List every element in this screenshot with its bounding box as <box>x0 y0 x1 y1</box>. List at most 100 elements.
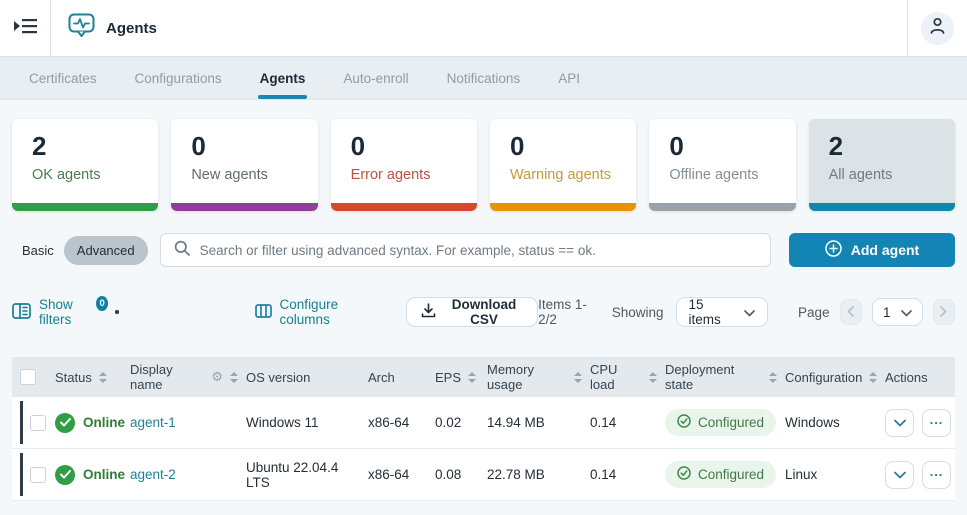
chevron-left-icon <box>847 305 855 320</box>
agent-name-link[interactable]: agent-2 <box>130 467 176 482</box>
chevron-down-icon <box>893 415 906 430</box>
card-accent-bar <box>171 203 318 211</box>
user-area <box>907 0 967 56</box>
column-header-configuration[interactable]: Configuration <box>777 370 878 385</box>
filters-panel-icon <box>12 302 31 322</box>
cpu-load-cell: 0.14 <box>590 415 617 430</box>
search-mode-toggle: Basic Advanced <box>12 235 148 265</box>
search-mode-basic[interactable]: Basic <box>12 236 64 265</box>
gear-icon[interactable]: ⚙ <box>211 369 223 385</box>
card-warning-agents[interactable]: 0 Warning agents <box>489 119 637 211</box>
card-value: 0 <box>191 131 206 161</box>
card-new-agents[interactable]: 0 New agents <box>171 119 318 211</box>
expand-row-button[interactable] <box>885 460 914 489</box>
card-accent-bar <box>808 203 955 211</box>
row-checkbox[interactable] <box>30 466 46 483</box>
previous-page-button[interactable] <box>839 299 863 325</box>
card-value: 0 <box>669 131 684 161</box>
chevron-down-icon <box>744 305 755 320</box>
next-page-button[interactable] <box>932 299 955 325</box>
column-label: EPS <box>435 369 462 385</box>
tab-auto-enroll[interactable]: Auto-enroll <box>324 57 427 99</box>
deployment-state-text: Configured <box>698 467 765 482</box>
card-accent-bar <box>330 203 477 211</box>
show-filters-button[interactable]: Show filters 0 <box>12 295 109 327</box>
download-csv-button[interactable]: Download CSV <box>405 297 539 327</box>
page-size-select[interactable]: 15 items <box>675 297 769 327</box>
status-cell: Online <box>47 412 125 433</box>
deployment-state-cell: Configured <box>657 409 777 436</box>
sort-icon[interactable] <box>574 371 582 383</box>
card-all-agents[interactable]: 2 All agents <box>808 119 955 211</box>
select-all-checkbox[interactable] <box>20 369 36 385</box>
search-mode-advanced[interactable]: Advanced <box>63 235 148 265</box>
configure-columns-button[interactable]: Configure columns <box>254 297 372 327</box>
column-header-deployment-state[interactable]: Deployment state <box>657 362 777 392</box>
card-label: OK agents <box>32 166 101 183</box>
card-error-agents[interactable]: 0 Error agents <box>330 119 477 211</box>
sort-icon[interactable] <box>98 371 107 383</box>
deployment-state-badge: Configured <box>665 409 777 436</box>
filters-notification-dot <box>115 310 119 314</box>
top-bar: Agents <box>0 0 967 57</box>
column-header-status[interactable]: Status <box>47 370 122 385</box>
card-ok-agents[interactable]: 2 OK agents <box>12 119 159 211</box>
status-online-icon <box>55 464 75 485</box>
card-accent-bar <box>649 203 796 211</box>
tab-notifications[interactable]: Notifications <box>428 57 540 99</box>
column-header-display-name[interactable]: Display name ⚙ <box>122 362 238 392</box>
page-label: Page <box>798 304 830 320</box>
app-identity: Agents <box>51 13 157 43</box>
actions-cell: ... <box>877 460 955 489</box>
search-row: Basic Advanced Add agent <box>12 233 955 267</box>
column-header-eps[interactable]: EPS <box>427 370 479 385</box>
column-header-os-version: OS version <box>238 370 360 385</box>
tab-agents[interactable]: Agents <box>241 57 325 99</box>
column-header-cpu-load[interactable]: CPU load <box>582 362 657 392</box>
os-version-cell: Ubuntu 22.04.4 LTS <box>246 459 339 490</box>
sort-icon[interactable] <box>769 371 777 383</box>
agents-table: Status Display name ⚙ OS version Arch EP… <box>12 357 955 501</box>
search-input[interactable] <box>199 242 757 258</box>
row-checkbox[interactable] <box>30 414 46 431</box>
column-label: CPU load <box>590 362 618 392</box>
card-value: 0 <box>509 131 525 161</box>
tab-certificates[interactable]: Certificates <box>10 57 116 99</box>
add-agent-button[interactable]: Add agent <box>789 233 955 267</box>
user-icon <box>929 17 946 40</box>
actions-cell: ... <box>877 408 955 437</box>
card-accent-bar <box>12 203 159 211</box>
row-actions-menu-button[interactable]: ... <box>922 408 951 437</box>
main-content: 2 OK agents 0 New agents 0 Error agents … <box>0 100 967 513</box>
column-label: Status <box>55 369 92 385</box>
sort-icon[interactable] <box>230 371 238 383</box>
expand-row-button[interactable] <box>885 408 914 437</box>
agent-name-link[interactable]: agent-1 <box>130 415 176 430</box>
column-label: Memory usage <box>487 362 534 392</box>
page-number-select[interactable]: 1 <box>872 298 923 326</box>
arch-cell: x86-64 <box>368 467 410 482</box>
tab-api[interactable]: API <box>539 57 599 99</box>
card-offline-agents[interactable]: 0 Offline agents <box>649 119 796 211</box>
column-label: Display name <box>130 362 173 392</box>
card-value: 0 <box>350 131 366 161</box>
sort-icon[interactable] <box>649 371 657 383</box>
show-filters-label: Show filters <box>39 297 73 327</box>
sort-icon[interactable] <box>468 371 477 383</box>
column-header-memory-usage[interactable]: Memory usage <box>479 362 582 392</box>
card-label: Warning agents <box>509 166 612 183</box>
sidebar-toggle-button[interactable] <box>0 0 51 56</box>
status-cell: Online <box>47 464 125 485</box>
tab-configurations[interactable]: Configurations <box>116 57 241 99</box>
ellipsis-icon: ... <box>929 464 944 479</box>
deployment-state-badge: Configured <box>665 461 777 488</box>
page-title: Agents <box>106 19 157 37</box>
os-version-cell: Windows 11 <box>246 415 319 430</box>
eps-cell: 0.08 <box>435 467 462 482</box>
deployment-state-cell: Configured <box>657 461 777 488</box>
card-label: All agents <box>828 166 893 183</box>
user-menu-button[interactable] <box>921 11 954 45</box>
row-actions-menu-button[interactable]: ... <box>922 460 951 489</box>
download-icon <box>421 303 436 321</box>
card-accent-bar <box>489 203 637 211</box>
